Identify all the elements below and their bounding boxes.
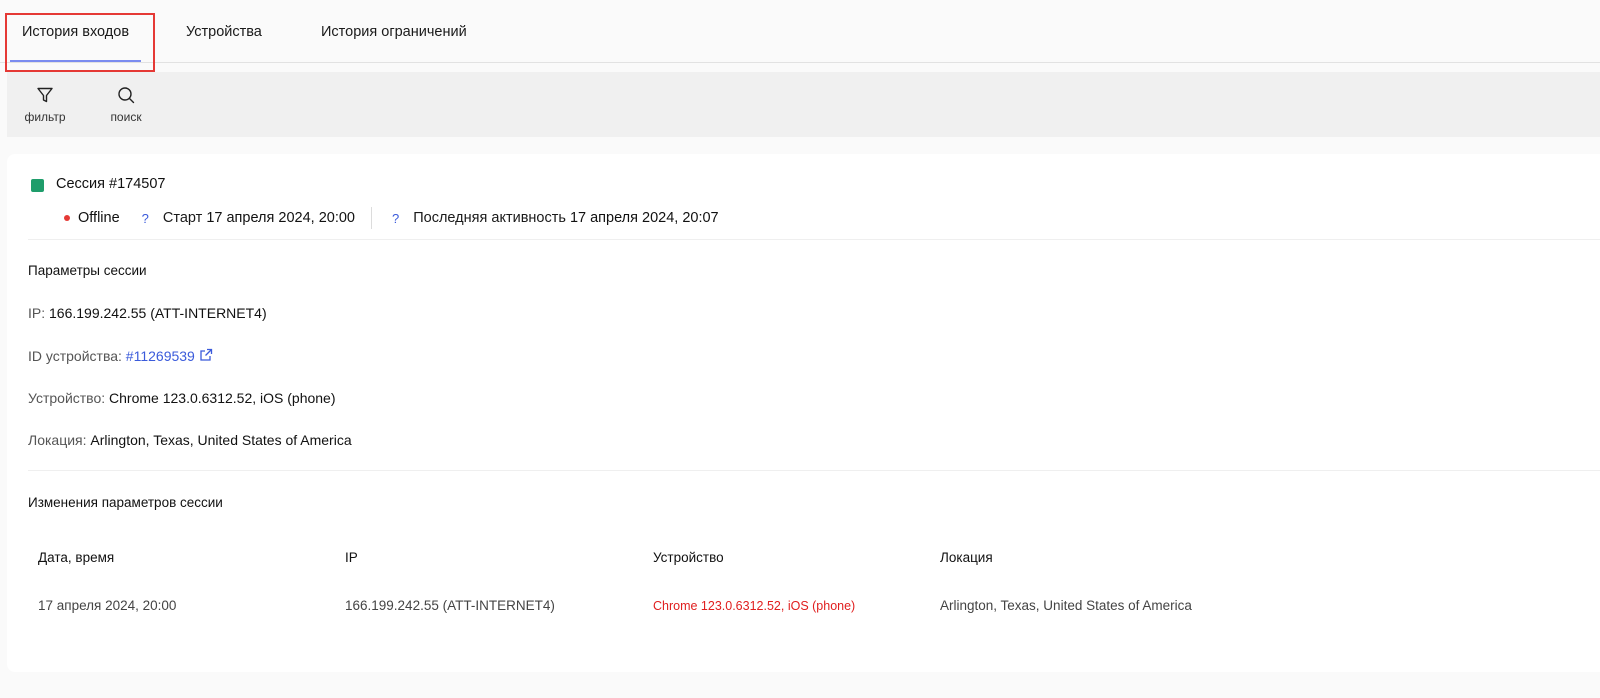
- highlight-annotation-box: [5, 13, 155, 72]
- param-device-id: ID устройства: #11269539: [28, 348, 213, 364]
- session-status-square: [31, 179, 44, 192]
- param-ip-value: 166.199.242.55 (ATT-INTERNET4): [49, 305, 267, 321]
- tab-devices-label: Устройства: [186, 23, 262, 40]
- column-header-location: Локация: [940, 550, 993, 565]
- device-id-link[interactable]: #11269539: [126, 348, 195, 364]
- param-device: Устройство: Chrome 123.0.6312.52, iOS (p…: [28, 390, 336, 406]
- param-ip: IP: 166.199.242.55 (ATT-INTERNET4): [28, 305, 267, 321]
- last-activity-label: Последняя активность: [413, 210, 566, 226]
- divider: [28, 239, 1600, 240]
- cell-location: Arlington, Texas, United States of Ameri…: [940, 598, 1192, 613]
- filter-icon: [37, 87, 53, 103]
- start-value: 17 апреля 2024, 20:00: [206, 210, 355, 226]
- column-header-device: Устройство: [653, 550, 724, 565]
- cell-device-changed: Chrome 123.0.6312.52, iOS (phone): [653, 599, 856, 613]
- toolbar: фильтр поиск: [7, 72, 1600, 137]
- divider: [28, 470, 1600, 471]
- param-ip-label: IP:: [28, 305, 46, 321]
- tab-devices[interactable]: Устройства: [186, 0, 262, 63]
- param-device-value: Chrome 123.0.6312.52, iOS (phone): [109, 390, 336, 406]
- session-card: Сессия #174507 Offline ? Старт 17 апреля…: [7, 154, 1600, 672]
- filter-label: фильтр: [24, 110, 66, 124]
- column-header-datetime: Дата, время: [38, 550, 115, 565]
- tab-restriction-history-label: История ограничений: [321, 23, 467, 40]
- last-activity-value: 17 апреля 2024, 20:07: [569, 210, 719, 226]
- column-header-ip: IP: [345, 550, 358, 565]
- session-title: Сессия #174507: [56, 176, 166, 192]
- param-location-value: Arlington, Texas, United States of Ameri…: [90, 432, 352, 448]
- meta-divider: [371, 207, 372, 229]
- param-location-label: Локация:: [28, 432, 87, 448]
- cell-ip: 166.199.242.55 (ATT-INTERNET4): [345, 598, 555, 613]
- search-label: поиск: [110, 110, 142, 124]
- param-device-label: Устройство:: [28, 390, 106, 406]
- session-changes-title: Изменения параметров сессии: [28, 495, 223, 510]
- offline-status-dot: [64, 215, 70, 221]
- start-label: Старт: [162, 210, 203, 226]
- filter-button[interactable]: фильтр: [21, 72, 69, 137]
- tab-restriction-history[interactable]: История ограничений: [321, 0, 467, 63]
- last-activity-help-icon[interactable]: ?: [392, 211, 399, 226]
- param-location: Локация: Arlington, Texas, United States…: [28, 432, 352, 448]
- cell-datetime: 17 апреля 2024, 20:00: [38, 598, 177, 613]
- tabs-bar: История входов Устройства История ограни…: [0, 0, 1600, 63]
- external-link-icon[interactable]: [199, 348, 213, 362]
- session-meta-row: Offline ? Старт 17 апреля 2024, 20:00 ? …: [56, 207, 719, 229]
- session-status: Offline: [78, 210, 120, 226]
- search-icon: [118, 87, 135, 104]
- param-device-id-label: ID устройства:: [28, 348, 122, 364]
- start-help-icon[interactable]: ?: [142, 211, 149, 226]
- search-button[interactable]: поиск: [102, 72, 150, 137]
- session-params-title: Параметры сессии: [28, 263, 147, 278]
